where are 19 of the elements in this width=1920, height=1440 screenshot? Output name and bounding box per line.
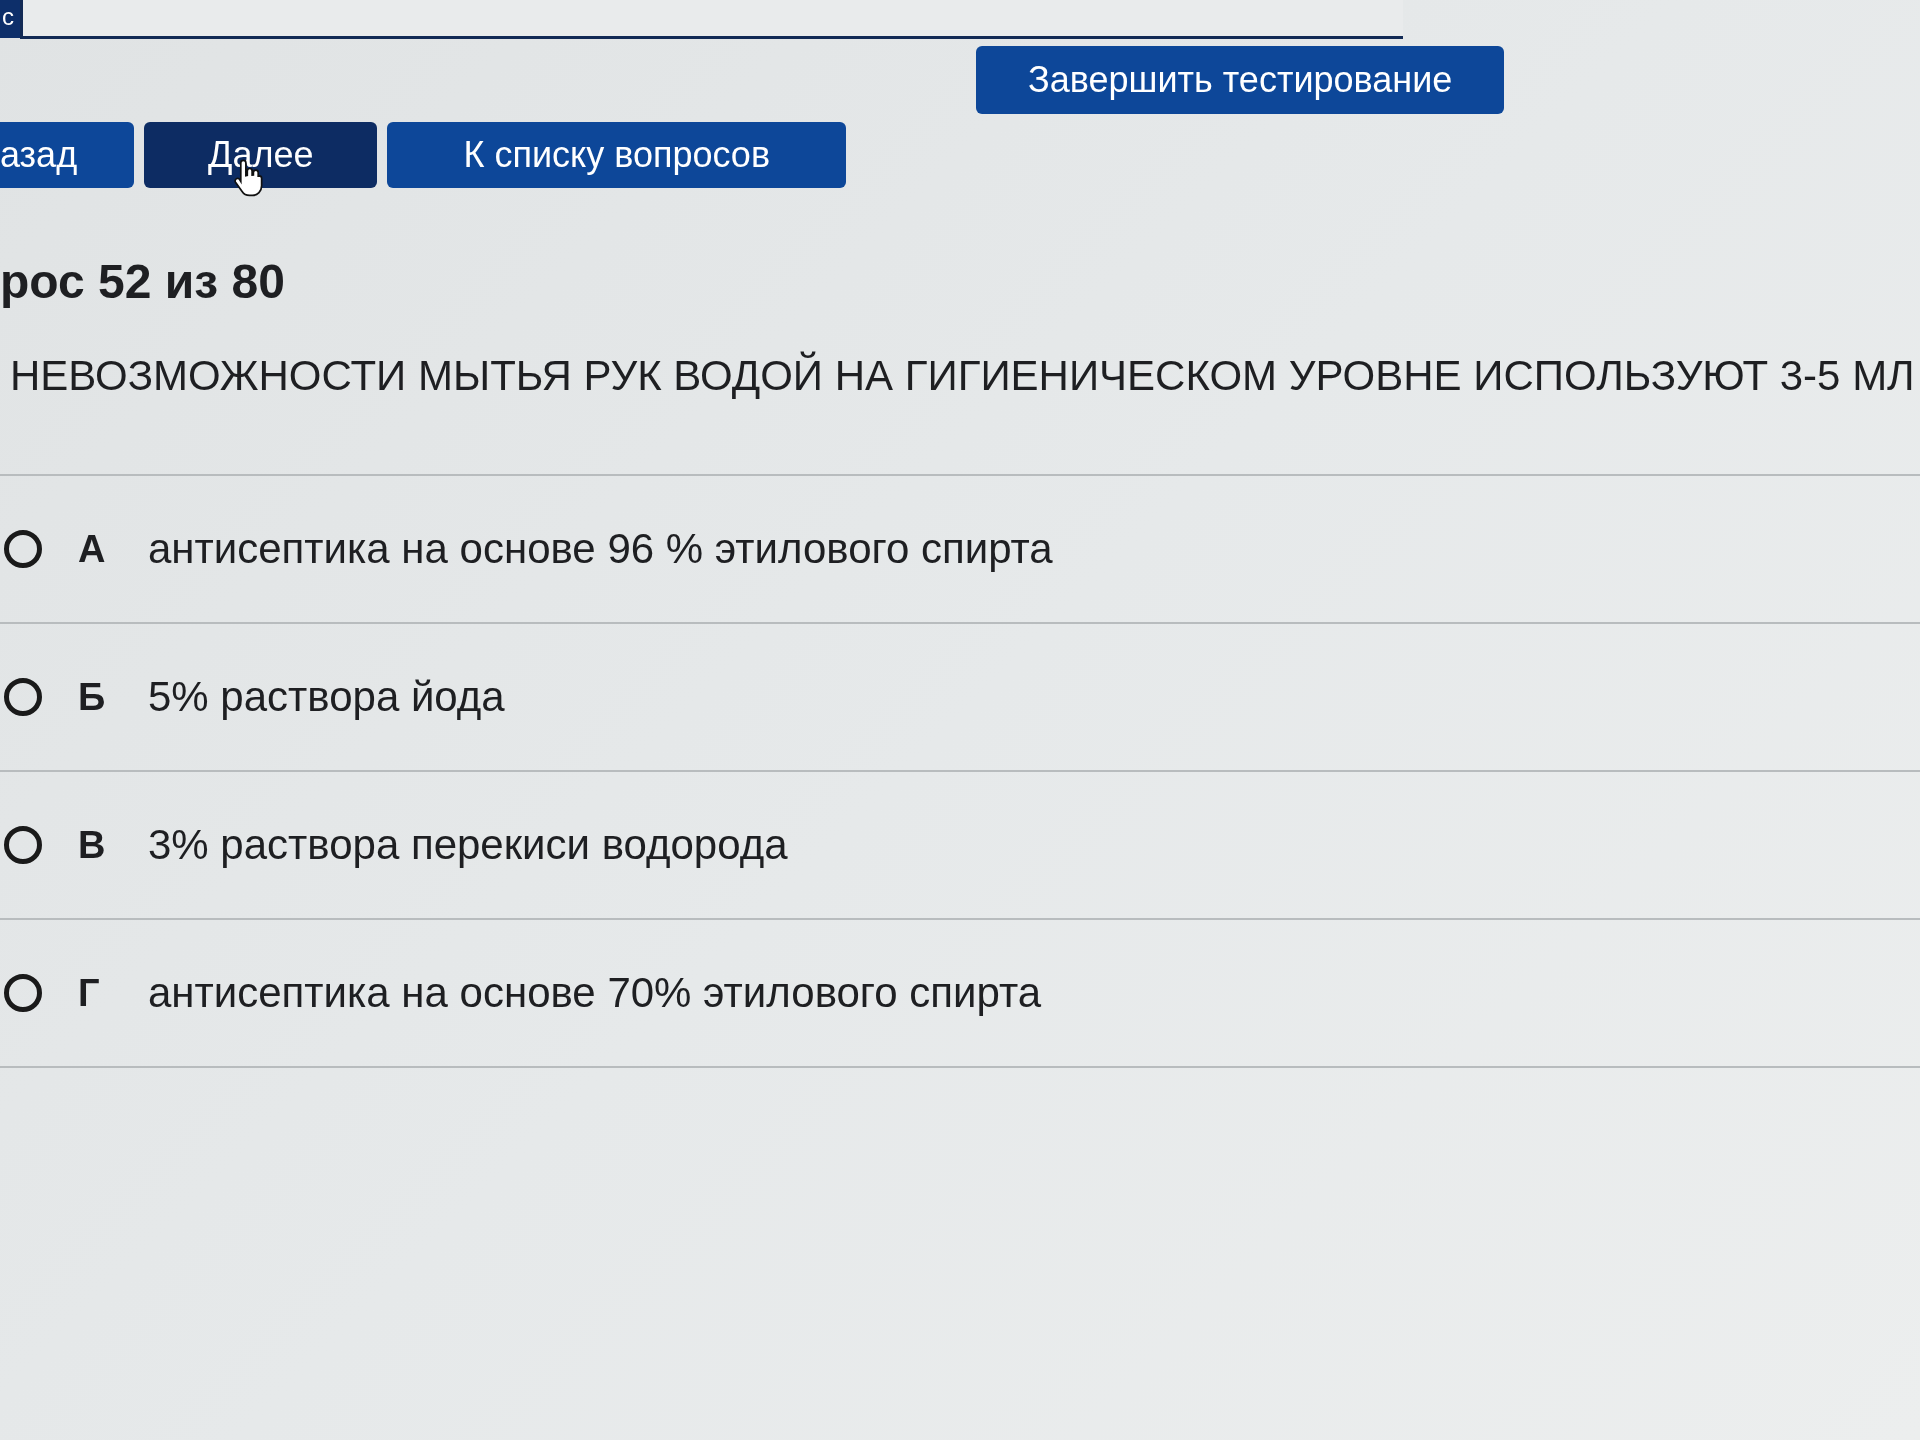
radio-button[interactable] — [4, 678, 42, 716]
finish-test-button[interactable]: Завершить тестирование — [976, 46, 1505, 114]
option-text[interactable]: 3% раствора перекиси водорода — [148, 821, 788, 869]
question-text: НЕВОЗМОЖНОСТИ МЫТЬЯ РУК ВОДОЙ НА ГИГИЕНИЧЕСКОМ УРОВНЕ ИСПОЛЬЗУЮТ 3-5 МЛ — [0, 312, 1920, 476]
option-letter: А — [78, 527, 107, 571]
option-letter: В — [78, 823, 107, 867]
nav-button[interactable]: Далее — [144, 122, 378, 188]
option-letter: Г — [78, 971, 101, 1015]
option-letter: Б — [78, 675, 107, 719]
option-text[interactable]: 5% раствора йода — [148, 673, 505, 721]
radio-button[interactable] — [4, 530, 42, 568]
option-text[interactable]: антисептика на основе 96 % этилового спирта — [148, 525, 1053, 573]
option-text[interactable]: антисептика на основе 70% этилового спирта — [148, 969, 1042, 1017]
radio-button[interactable] — [4, 826, 42, 864]
nav-button[interactable]: К списку вопросов — [387, 122, 846, 188]
radio-button[interactable] — [4, 974, 42, 1012]
top-tab[interactable]: с — [0, 0, 20, 38]
question-number: рос 52 из 80 — [0, 254, 286, 310]
nav-button[interactable]: азад — [0, 122, 134, 188]
